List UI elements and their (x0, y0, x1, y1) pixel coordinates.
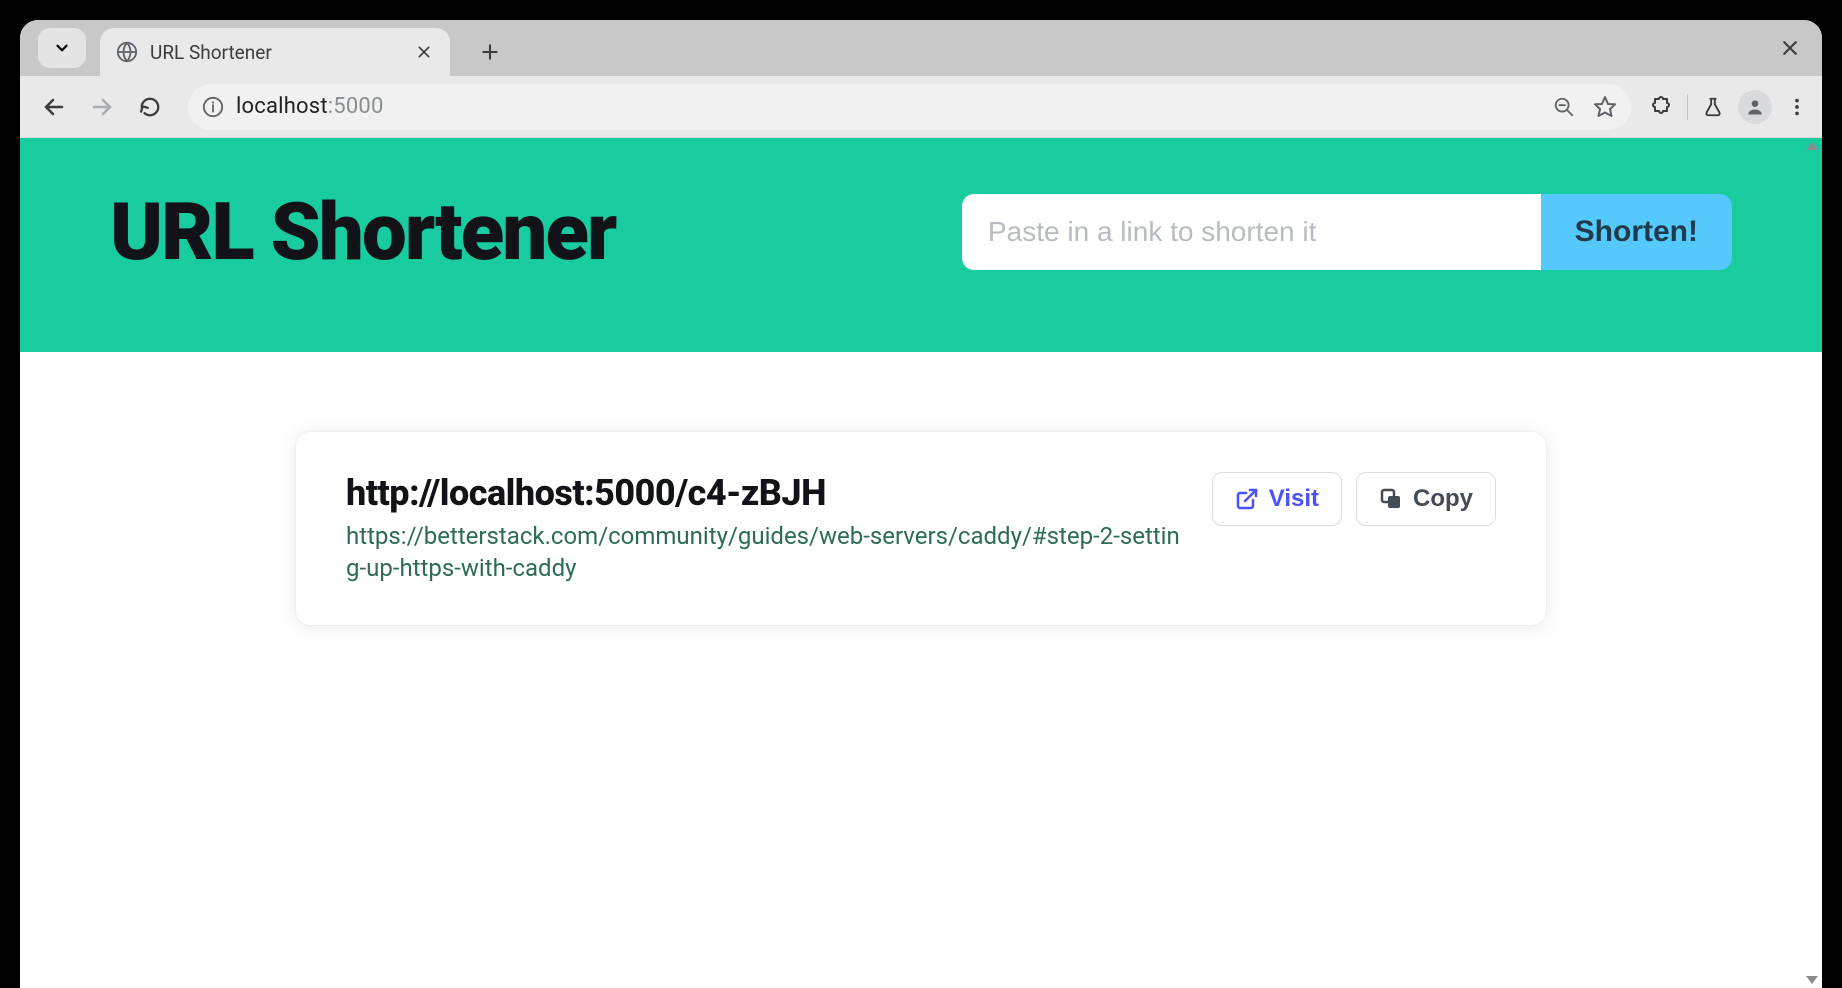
zoom-out-icon (1553, 96, 1575, 118)
reload-icon (139, 96, 161, 118)
user-icon (1745, 97, 1765, 117)
search-tabs-button[interactable] (38, 28, 86, 68)
info-icon (202, 96, 224, 118)
url-input[interactable] (962, 194, 1541, 270)
scroll-down-icon (1806, 976, 1818, 984)
visit-button[interactable]: Visit (1212, 472, 1342, 526)
globe-icon (116, 41, 138, 63)
tab-title: URL Shortener (150, 41, 402, 64)
nav-forward-button[interactable] (82, 87, 122, 127)
tab-strip: URL Shortener (20, 20, 1822, 76)
copy-button[interactable]: Copy (1356, 472, 1496, 526)
visit-button-label: Visit (1269, 485, 1319, 513)
nav-back-button[interactable] (34, 87, 74, 127)
scroll-up-icon (1806, 142, 1818, 150)
hero-section: URL Shortener Shorten! (20, 138, 1822, 352)
puzzle-icon (1649, 95, 1673, 119)
close-icon (416, 44, 432, 60)
new-tab-button[interactable] (470, 32, 510, 72)
site-info-button[interactable] (202, 96, 224, 118)
result-card: http://localhost:5000/c4-zBJH https://be… (296, 432, 1546, 625)
toolbar-divider (1687, 94, 1688, 120)
external-link-icon (1235, 487, 1259, 511)
plus-icon (480, 42, 500, 62)
original-url: https://betterstack.com/community/guides… (346, 520, 1182, 585)
close-icon (1780, 38, 1800, 58)
url-text: localhost:5000 (236, 94, 1541, 119)
bookmark-button[interactable] (1593, 95, 1617, 119)
arrow-right-icon (90, 95, 114, 119)
address-bar[interactable]: localhost:5000 (188, 84, 1631, 130)
star-icon (1593, 95, 1617, 119)
arrow-left-icon (42, 95, 66, 119)
results-section: http://localhost:5000/c4-zBJH https://be… (20, 352, 1822, 705)
window-close-button[interactable] (1776, 34, 1804, 62)
copy-button-label: Copy (1413, 485, 1473, 513)
page-scroll[interactable]: URL Shortener Shorten! http://localhost:… (20, 138, 1822, 988)
zoom-button[interactable] (1553, 96, 1575, 118)
toolbar: localhost:5000 (20, 76, 1822, 138)
shorten-button[interactable]: Shorten! (1541, 194, 1732, 270)
menu-button[interactable] (1786, 96, 1808, 118)
flask-icon (1702, 96, 1724, 118)
url-host: localhost (236, 94, 328, 119)
extensions-button[interactable] (1649, 95, 1673, 119)
tab-close-button[interactable] (414, 42, 434, 62)
chevron-down-icon (53, 39, 71, 57)
kebab-icon (1786, 96, 1808, 118)
url-rest: :5000 (328, 94, 384, 119)
profile-button[interactable] (1738, 90, 1772, 124)
labs-button[interactable] (1702, 96, 1724, 118)
copy-icon (1379, 487, 1403, 511)
vertical-scrollbar[interactable] (1804, 142, 1820, 984)
shorten-form: Shorten! (962, 194, 1732, 270)
short-url: http://localhost:5000/c4-zBJH (346, 472, 1182, 514)
browser-tab[interactable]: URL Shortener (100, 28, 450, 76)
page-viewport: URL Shortener Shorten! http://localhost:… (20, 138, 1822, 988)
browser-window: URL Shortener (20, 20, 1822, 988)
reload-button[interactable] (130, 87, 170, 127)
page-title: URL Shortener (110, 192, 615, 272)
